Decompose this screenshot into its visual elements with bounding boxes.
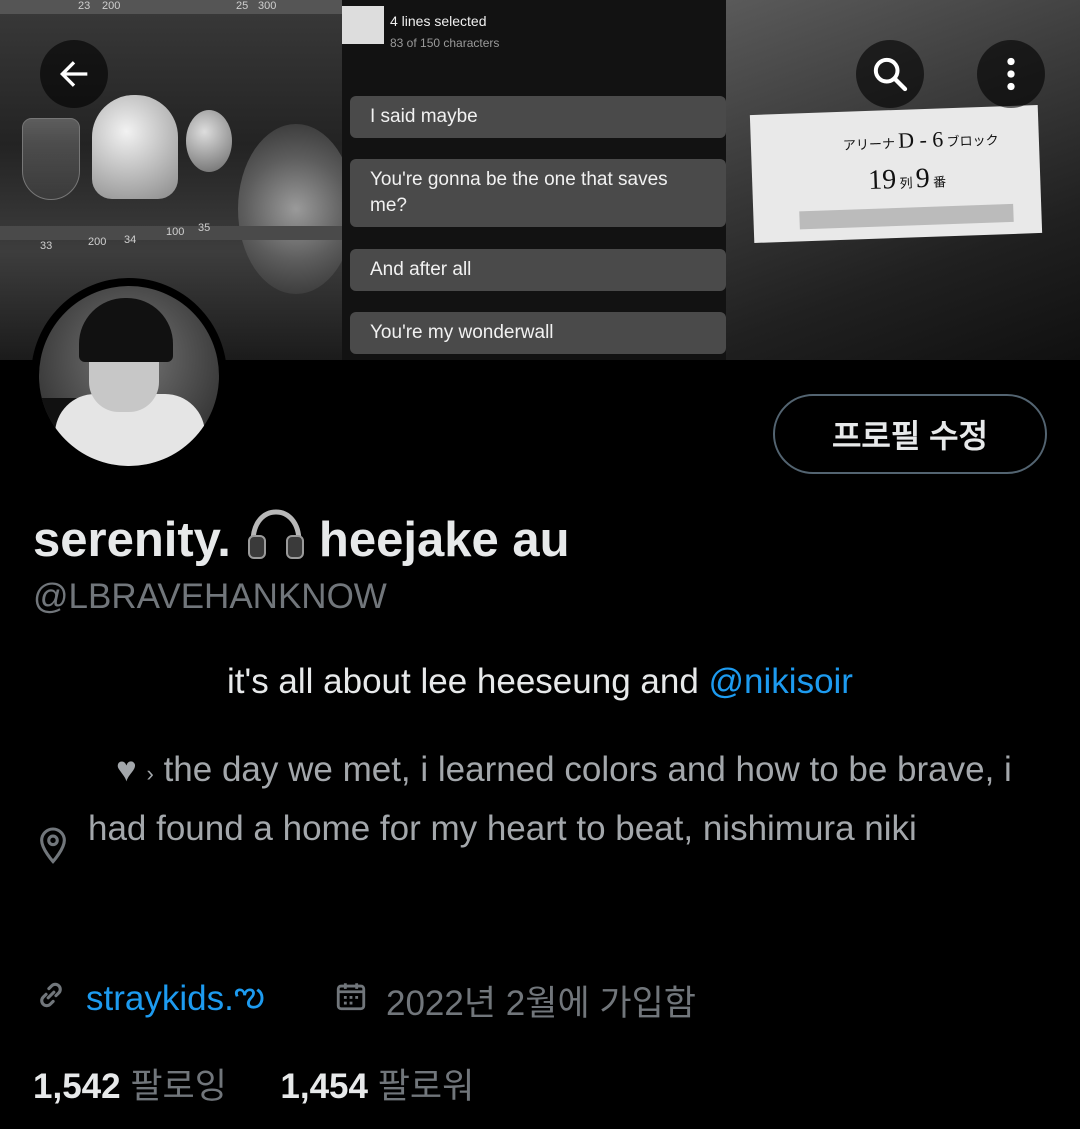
- price-label: 34: [124, 234, 137, 246]
- location-text: ♥ › the day we met, i learned colors and…: [88, 742, 1038, 856]
- bio-line: it's all about lee heeseung and @nikisoi…: [0, 662, 1080, 702]
- profile-avatar[interactable]: [31, 278, 227, 474]
- seat-ticket: アリーナ D - 6 ブロック 19 列 9 番: [749, 105, 1043, 243]
- selection-header: 4 lines selected 83 of 150 characters: [342, 0, 726, 70]
- chat-bubble: You're my wonderwall: [350, 312, 726, 354]
- website-link[interactable]: straykids. ఌ: [34, 975, 265, 1023]
- headphones-icon: [247, 508, 305, 572]
- join-date-text: 2022년 2월에 가입함: [386, 984, 696, 1023]
- display-name-part: serenity.: [33, 513, 231, 567]
- heart-symbol: ♥: [116, 750, 137, 789]
- price-label: 33: [40, 240, 53, 252]
- followers-label: 팔로워: [377, 1067, 475, 1106]
- ticket-text: ブロック: [946, 132, 999, 150]
- price-label: 200: [102, 0, 121, 12]
- shelf-top: [0, 0, 342, 14]
- link-icon: [34, 978, 68, 1021]
- ticket-row-number: 19: [867, 164, 897, 196]
- price-label: 35: [198, 222, 211, 234]
- ticket-fineprint: [799, 203, 1014, 230]
- location-icon: [36, 826, 70, 871]
- following-label: 팔로잉: [130, 1067, 227, 1106]
- display-name-part: heejake au: [318, 513, 570, 567]
- chat-bubble: You're gonna be the one that saves me?: [350, 159, 726, 227]
- edit-profile-button[interactable]: 프로필 수정: [773, 394, 1047, 474]
- follow-stats: 1,542 팔로잉 1,454 팔로워: [33, 1058, 474, 1109]
- bio-mention-link[interactable]: @nikisoir: [709, 662, 853, 701]
- location-description: the day we met, i learned colors and how…: [88, 750, 1012, 848]
- website-text[interactable]: straykids.: [86, 979, 234, 1019]
- price-label: 300: [258, 0, 277, 12]
- join-date: 2022년 2월에 가입함: [334, 975, 696, 1026]
- ticket-text: アリーナ: [842, 136, 896, 153]
- price-label: 100: [166, 226, 185, 238]
- following-count: 1,542: [33, 1067, 121, 1106]
- avatar-beanie: [79, 298, 173, 362]
- price-label: 25: [236, 0, 249, 12]
- bio-text: it's all about lee heeseung and: [227, 662, 709, 701]
- avatar-photo: [39, 286, 219, 466]
- more-options-button[interactable]: [977, 40, 1045, 108]
- price-label: 23: [78, 0, 91, 12]
- user-handle: @LBRAVEHANKNOW: [33, 577, 387, 616]
- banner-photo-chat: 4 lines selected 83 of 150 characters I …: [342, 0, 726, 360]
- ticket-text: 列: [899, 175, 913, 191]
- selection-subtitle: 83 of 150 characters: [390, 36, 500, 50]
- angel-figurine: [92, 95, 178, 199]
- followers-count: 1,454: [280, 1067, 368, 1106]
- egg-ornament: [186, 110, 232, 172]
- ticket-seat-number: 9: [915, 162, 931, 195]
- search-button[interactable]: [856, 40, 924, 108]
- blurred-object: [238, 124, 354, 294]
- followers-stat[interactable]: 1,454 팔로워: [280, 1067, 474, 1106]
- more-vertical-icon: [1007, 57, 1015, 91]
- ticket-block: D - 6: [897, 126, 944, 153]
- price-label: 200: [88, 236, 107, 248]
- chat-bubble: And after all: [350, 249, 726, 291]
- display-name: serenity. heejake au: [33, 508, 570, 572]
- search-icon: [873, 57, 908, 92]
- ticket-row1: アリーナ D - 6 ブロック: [842, 124, 999, 155]
- arrow-left-icon: [60, 61, 88, 87]
- chat-bubble: I said maybe: [350, 96, 726, 138]
- calendar-icon: [334, 979, 368, 1022]
- separator-symbol: ›: [146, 761, 154, 786]
- wine-glass: [22, 118, 80, 200]
- back-button[interactable]: [40, 40, 108, 108]
- selection-title: 4 lines selected: [390, 13, 487, 29]
- ticket-row2: 19 列 9 番: [868, 162, 947, 197]
- website-suffix[interactable]: ఌ: [234, 975, 265, 1023]
- selection-thumbnail: [342, 6, 384, 44]
- following-stat[interactable]: 1,542 팔로잉: [33, 1067, 237, 1106]
- ticket-text: 番: [932, 174, 947, 190]
